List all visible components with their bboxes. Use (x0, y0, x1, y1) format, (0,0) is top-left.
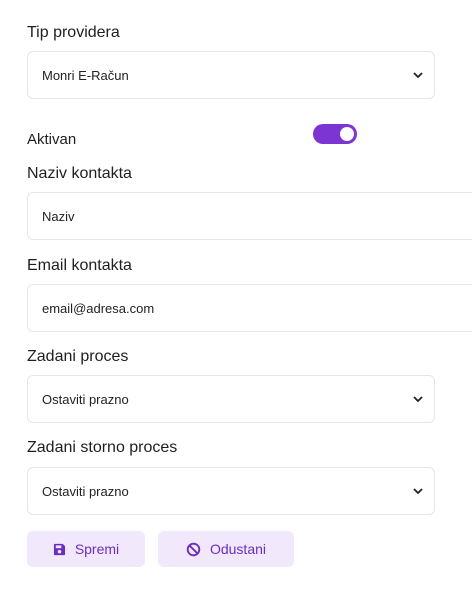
floppy-disk-icon (53, 543, 66, 556)
cancel-button-label: Odustani (209, 541, 267, 557)
save-button-label: Spremi (74, 541, 120, 557)
save-button[interactable]: Spremi (27, 531, 145, 567)
default-storno-process-value: Ostaviti prazno (42, 483, 129, 499)
toggle-knob (340, 127, 354, 141)
chevron-down-icon (412, 69, 424, 81)
ban-icon (186, 542, 201, 557)
contact-email-placeholder: email@adresa.com (42, 300, 155, 316)
provider-type-label: Tip providera (27, 24, 120, 41)
cancel-button[interactable]: Odustani (158, 531, 294, 567)
contact-email-input[interactable]: email@adresa.com (27, 284, 472, 332)
default-process-value: Ostaviti prazno (42, 391, 129, 407)
provider-type-select[interactable]: Monri E-Račun (27, 51, 435, 99)
default-process-label: Zadani proces (27, 348, 129, 365)
contact-name-label: Naziv kontakta (27, 165, 132, 182)
chevron-down-icon (412, 485, 424, 497)
default-storno-process-label: Zadani storno proces (27, 439, 178, 456)
default-process-select[interactable]: Ostaviti prazno (27, 375, 435, 423)
provider-type-value: Monri E-Račun (42, 67, 129, 83)
contact-email-label: Email kontakta (27, 257, 132, 274)
chevron-down-icon (412, 393, 424, 405)
active-toggle[interactable] (313, 124, 357, 144)
default-storno-process-select[interactable]: Ostaviti prazno (27, 467, 435, 515)
active-label: Aktivan (27, 131, 77, 148)
contact-name-placeholder: Naziv (42, 208, 75, 224)
contact-name-input[interactable]: Naziv (27, 192, 472, 240)
